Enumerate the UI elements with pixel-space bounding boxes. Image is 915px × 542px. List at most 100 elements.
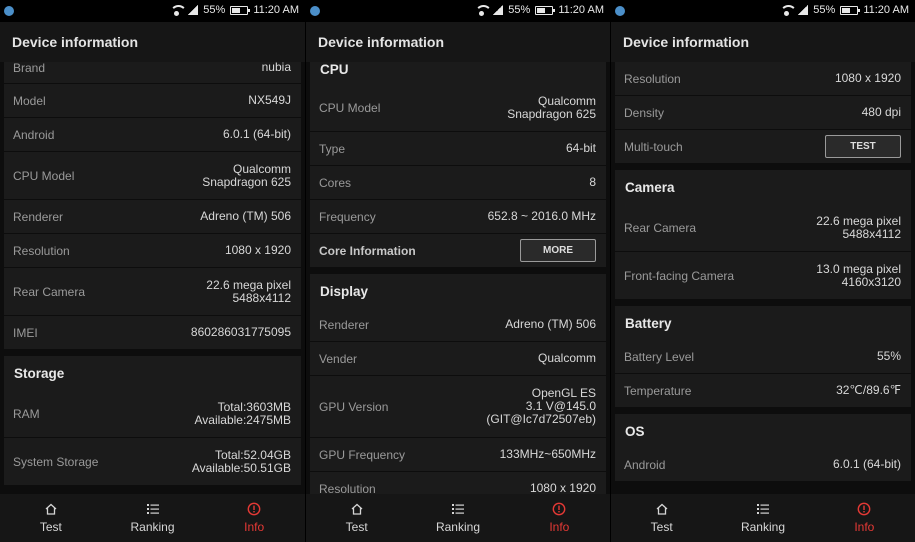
nav-info[interactable]: Info <box>203 494 305 542</box>
row-label: GPU Frequency <box>319 447 406 462</box>
row-label: Renderer <box>13 209 64 224</box>
info-row-brand[interactable]: Brand nubia <box>4 62 301 84</box>
row-label: Vender <box>319 351 358 366</box>
row-label: IMEI <box>13 325 38 340</box>
home-icon <box>44 502 58 516</box>
info-row-model[interactable]: Model NX549J <box>4 84 301 118</box>
section-title-battery: Battery <box>615 306 911 340</box>
nav-ranking[interactable]: Ranking <box>712 494 813 542</box>
signal-icon <box>798 5 809 15</box>
info-row-density[interactable]: Density 480 dpi <box>615 96 911 130</box>
info-row-ram[interactable]: RAM Total:3603MB Available:2475MB <box>4 390 301 438</box>
info-row-resolution[interactable]: Resolution 1080 x 1920 <box>310 472 606 494</box>
row-label: Model <box>13 93 46 108</box>
info-row-gpu-frequency[interactable]: GPU Frequency 133MHz~650MHz <box>310 438 606 472</box>
row-label: Front-facing Camera <box>624 268 735 283</box>
row-value: 1080 x 1920 <box>834 71 901 85</box>
app-title: Device information <box>306 22 610 62</box>
row-label: Density <box>624 105 665 120</box>
info-row-front-camera[interactable]: Front-facing Camera 13.0 mega pixel 4160x3… <box>615 252 911 300</box>
nav-test[interactable]: Test <box>306 494 407 542</box>
row-label: Core Information <box>319 243 416 258</box>
nav-label: Info <box>244 520 265 534</box>
home-icon <box>655 502 669 516</box>
status-bar: 55% 11:20 AM <box>306 0 610 22</box>
info-row-resolution[interactable]: Resolution 1080 x 1920 <box>615 62 911 96</box>
row-label: Android <box>13 127 55 142</box>
list-icon <box>451 502 465 516</box>
info-row-system-storage[interactable]: System Storage Total:52.04GB Available:50.… <box>4 438 301 486</box>
wifi-icon <box>170 4 188 16</box>
row-value: 860286031775095 <box>190 325 291 339</box>
row-label: CPU Model <box>319 100 381 115</box>
section-title-storage: Storage <box>4 356 301 390</box>
row-value: Total:52.04GB Available:50.51GB <box>191 447 291 475</box>
app-notification-icon <box>4 6 14 16</box>
row-label: Resolution <box>624 71 681 86</box>
alert-icon <box>552 502 566 516</box>
row-value: 13.0 mega pixel 4160x3120 <box>816 261 901 289</box>
nav-label: Test <box>39 520 62 534</box>
row-value: Total:3603MB Available:2475MB <box>194 399 291 427</box>
row-label: Renderer <box>319 317 370 332</box>
info-row-gpu-version[interactable]: GPU Version OpenGL ES 3.1 V@145.0 (GIT@Ic7d… <box>310 376 606 438</box>
info-row-rear-camera[interactable]: Rear Camera 22.6 mega pixel 5488x4112 <box>4 268 301 316</box>
clock: 11:20 AM <box>863 4 909 16</box>
info-row-cpu-model[interactable]: CPU Model Qualcomm Snapdragon 625 <box>310 84 606 132</box>
info-row-vender[interactable]: Vender Qualcomm <box>310 342 606 376</box>
test-button[interactable]: TEST <box>825 135 901 158</box>
nav-ranking[interactable]: Ranking <box>102 494 204 542</box>
row-label: Battery Level <box>624 349 695 364</box>
battery-icon <box>535 5 556 15</box>
nav-ranking[interactable]: Ranking <box>407 494 508 542</box>
home-icon <box>350 502 364 516</box>
row-label: System Storage <box>13 454 99 469</box>
info-row-cores[interactable]: Cores 8 <box>310 166 606 200</box>
alert-icon <box>857 502 871 516</box>
info-row-cpu-model[interactable]: CPU Model Qualcomm Snapdragon 625 <box>4 152 301 200</box>
row-label: Android <box>624 457 666 472</box>
info-row-type[interactable]: Type 64-bit <box>310 132 606 166</box>
info-row-imei[interactable]: IMEI 860286031775095 <box>4 316 301 350</box>
section-title-cpu: CPU <box>310 62 606 84</box>
nav-label: Test <box>345 520 368 534</box>
row-value: nubia <box>261 62 291 74</box>
row-label: Rear Camera <box>624 220 697 235</box>
nav-test[interactable]: Test <box>0 494 102 542</box>
info-row-renderer[interactable]: Renderer Adreno (TM) 506 <box>310 308 606 342</box>
app-title: Device information <box>0 22 305 62</box>
section-title-os: OS <box>615 414 911 448</box>
row-value: Qualcomm Snapdragon 625 <box>507 93 596 121</box>
row-value: Qualcomm Snapdragon 625 <box>202 161 291 189</box>
screen-panel-1: 55% 11:20 AM Device information Brand nub… <box>0 0 305 542</box>
row-label: Type <box>319 141 346 156</box>
info-row-temperature[interactable]: Temperature 32℃/89.6℉ <box>615 374 911 408</box>
row-value: 480 dpi <box>861 105 901 119</box>
info-row-battery-level[interactable]: Battery Level 55% <box>615 340 911 374</box>
nav-label: Ranking <box>435 520 480 534</box>
row-value: 22.6 mega pixel 5488x4112 <box>206 277 291 305</box>
info-row-frequency[interactable]: Frequency 652.8 ~ 2016.0 MHz <box>310 200 606 234</box>
row-label: CPU Model <box>13 168 75 183</box>
nav-label: Info <box>549 520 570 534</box>
wifi-icon <box>780 4 798 16</box>
row-value: 8 <box>589 175 596 189</box>
row-value: 64-bit <box>565 141 596 155</box>
info-row-resolution[interactable]: Resolution 1080 x 1920 <box>4 234 301 268</box>
more-button[interactable]: MORE <box>520 239 596 262</box>
nav-test[interactable]: Test <box>611 494 712 542</box>
row-label: Temperature <box>624 383 692 398</box>
info-row-multitouch: Multi-touch TEST <box>615 130 911 164</box>
signal-icon <box>188 5 199 15</box>
nav-info[interactable]: Info <box>509 494 610 542</box>
row-value: 1080 x 1920 <box>224 243 291 257</box>
nav-info[interactable]: Info <box>814 494 915 542</box>
row-label: GPU Version <box>319 399 389 414</box>
info-row-android[interactable]: Android 6.0.1 (64-bit) <box>615 448 911 482</box>
row-value: 133MHz~650MHz <box>499 447 596 461</box>
section-title-display: Display <box>310 274 606 308</box>
row-label: Resolution <box>319 481 376 495</box>
info-row-rear-camera[interactable]: Rear Camera 22.6 mega pixel 5488x4112 <box>615 204 911 252</box>
info-row-renderer[interactable]: Renderer Adreno (TM) 506 <box>4 200 301 234</box>
info-row-android[interactable]: Android 6.0.1 (64-bit) <box>4 118 301 152</box>
